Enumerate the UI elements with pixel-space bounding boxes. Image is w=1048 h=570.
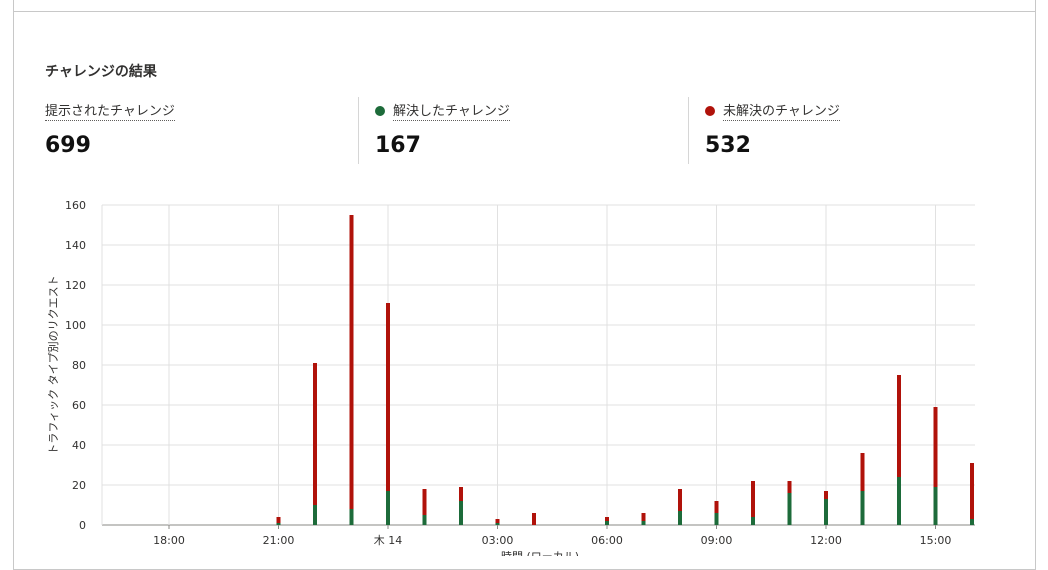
solved-bar	[714, 513, 719, 525]
x-tick-label: 18:00	[153, 534, 185, 547]
x-tick-label: 21:00	[263, 534, 295, 547]
unsolved-bar	[459, 487, 463, 501]
unsolved-bar	[641, 513, 646, 521]
unsolved-bar	[422, 489, 427, 515]
y-tick-label: 20	[72, 479, 86, 492]
unsolved-bar	[897, 375, 901, 477]
y-tick-label: 60	[72, 399, 86, 412]
unsolved-bar	[532, 513, 536, 525]
unsolved-bar	[495, 519, 500, 523]
unsolved-bar	[860, 453, 865, 491]
x-tick-label: 12:00	[810, 534, 842, 547]
challenge-chart: 0 20 40 60 80 100 120 140 160 18:00 21:00 木 14 03:00…	[47, 199, 975, 556]
solved-bar	[787, 493, 792, 525]
solved-bar	[678, 511, 682, 525]
y-tick-label: 40	[72, 439, 86, 452]
y-tick-label: 160	[65, 199, 86, 212]
y-tick-label: 0	[79, 519, 86, 532]
unsolved-bar	[349, 215, 354, 509]
solved-bar	[860, 491, 865, 525]
solved-bar	[933, 487, 938, 525]
x-axis-title: 時間 (ローカル)	[501, 550, 579, 556]
y-axis-title: トラフィック タイプ別のリクエスト	[47, 275, 60, 454]
y-tick-label: 120	[65, 279, 86, 292]
solved-bar	[459, 501, 463, 525]
solved-bar	[751, 517, 755, 525]
y-tick-label: 140	[65, 239, 86, 252]
solved-bar	[386, 491, 390, 525]
unsolved-bar	[933, 407, 938, 487]
solved-bar	[605, 521, 609, 525]
solved-bar	[495, 523, 500, 525]
x-tick-label: 03:00	[482, 534, 514, 547]
solved-bar	[897, 477, 901, 525]
solved-bar	[349, 509, 354, 525]
y-tick-label: 80	[72, 359, 86, 372]
solved-bar	[422, 515, 427, 525]
x-tick-label: 09:00	[701, 534, 733, 547]
solved-bar	[641, 521, 646, 525]
solved-bar	[824, 499, 828, 525]
unsolved-bar	[970, 463, 974, 519]
unsolved-bar	[824, 491, 828, 499]
x-tick-label: 15:00	[920, 534, 952, 547]
unsolved-bar	[751, 481, 755, 517]
x-tick-label: 木 14	[374, 534, 403, 547]
solved-bar	[276, 523, 281, 525]
unsolved-bar	[714, 501, 719, 513]
unsolved-bar	[386, 303, 390, 491]
unsolved-bar	[605, 517, 609, 521]
y-tick-label: 100	[65, 319, 86, 332]
solved-bar	[970, 519, 974, 525]
unsolved-bar	[276, 517, 281, 523]
unsolved-bar	[787, 481, 792, 493]
x-tick-label: 06:00	[591, 534, 623, 547]
unsolved-bar	[678, 489, 682, 511]
unsolved-bar	[313, 363, 317, 505]
solved-bar	[313, 505, 317, 525]
